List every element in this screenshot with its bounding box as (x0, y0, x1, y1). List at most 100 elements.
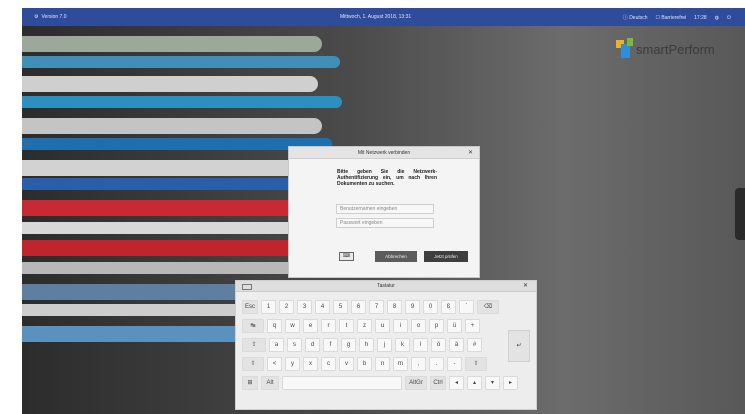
side-panel-handle[interactable] (735, 188, 745, 240)
key-row2-3[interactable]: e (303, 319, 318, 333)
key-row2-12[interactable]: + (465, 319, 480, 333)
key-row2-0[interactable]: ↹ (242, 319, 264, 333)
key-row4-1[interactable]: < (267, 357, 282, 371)
key-row5-4[interactable]: Ctrl (430, 376, 446, 390)
accessibility-button[interactable]: ☐ Barrierefrei (656, 15, 687, 21)
space-key[interactable] (282, 376, 402, 390)
key-row3-9[interactable]: l (413, 338, 428, 352)
key-row2-6[interactable]: z (357, 319, 372, 333)
key-row3-0[interactable]: ⇪ (242, 338, 266, 352)
key-row1-5[interactable]: 5 (333, 300, 348, 314)
key-row4-8[interactable]: m (393, 357, 408, 371)
key-row5-8[interactable]: ▸ (503, 376, 518, 390)
key-row4-0[interactable]: ⇧ (242, 357, 264, 371)
top-bar: ⚙ Version 7.0 Mittwoch, 1. August 2018, … (22, 8, 745, 26)
book-spine (22, 138, 332, 150)
key-row1-1[interactable]: 1 (261, 300, 276, 314)
keyboard-toggle-button[interactable]: ⌨ (339, 252, 354, 261)
key-row1-12[interactable]: ´ (459, 300, 474, 314)
book-spine (22, 36, 322, 52)
key-row3-6[interactable]: h (359, 338, 374, 352)
cancel-button[interactable]: Abbrechen (375, 251, 417, 262)
logo-mark-icon (616, 38, 634, 60)
key-row4-2[interactable]: y (285, 357, 300, 371)
dialog-title-bar: Mit Netzwerk verbinden ✕ (289, 147, 479, 159)
key-row1-9[interactable]: 9 (405, 300, 420, 314)
book-spine (22, 200, 322, 216)
screen: ⚙ Version 7.0 Mittwoch, 1. August 2018, … (22, 8, 745, 414)
book-spine (22, 118, 322, 134)
key-row2-8[interactable]: i (393, 319, 408, 333)
key-row2-11[interactable]: ü (447, 319, 462, 333)
book-spine (22, 56, 340, 68)
keyboard-row-2: ↹ q w e r t z u i o p ü + (242, 319, 480, 333)
keyboard-title-bar: Tastatur ✕ (236, 281, 536, 292)
network-login-dialog: Mit Netzwerk verbinden ✕ Bitte geben Sie… (288, 146, 480, 278)
key-row3-7[interactable]: j (377, 338, 392, 352)
key-row2-9[interactable]: o (411, 319, 426, 333)
key-row3-12[interactable]: # (467, 338, 482, 352)
key-row5-3[interactable]: AltGr (405, 376, 427, 390)
on-screen-keyboard: Tastatur ✕ Esc 1 2 3 4 5 6 7 8 9 0 ß ´ ⌫ ↹ q w e r t z u i o p ü… (235, 280, 537, 410)
username-field[interactable]: Benutzernamen eingeben (336, 204, 434, 214)
power-icon[interactable]: ⏻ (727, 15, 731, 21)
key-row2-5[interactable]: t (339, 319, 354, 333)
keyboard-close-icon[interactable]: ✕ (523, 281, 528, 292)
key-row2-7[interactable]: u (375, 319, 390, 333)
key-row4-11[interactable]: - (447, 357, 462, 371)
version-label: Version 7.0 (41, 14, 67, 20)
confirm-button[interactable]: Jetzt prüfen (424, 251, 468, 262)
key-row2-4[interactable]: r (321, 319, 336, 333)
book-spine (22, 222, 318, 234)
key-row3-10[interactable]: ö (431, 338, 446, 352)
keyboard-row-3: ⇪ a s d f g h j k l ö ä # (242, 338, 482, 352)
network-icon[interactable]: ◍ (715, 15, 719, 21)
key-row3-5[interactable]: g (341, 338, 356, 352)
key-row2-10[interactable]: p (429, 319, 444, 333)
key-row1-7[interactable]: 7 (369, 300, 384, 314)
book-spine (22, 262, 322, 274)
key-row4-4[interactable]: c (321, 357, 336, 371)
key-row1-13[interactable]: ⌫ (477, 300, 499, 314)
key-row3-2[interactable]: s (287, 338, 302, 352)
key-row5-7[interactable]: ▾ (485, 376, 500, 390)
key-row1-4[interactable]: 4 (315, 300, 330, 314)
dialog-title: Mit Netzwerk verbinden (357, 150, 411, 156)
dialog-close-icon[interactable]: ✕ (468, 147, 473, 159)
key-row1-3[interactable]: 3 (297, 300, 312, 314)
key-row2-2[interactable]: w (285, 319, 300, 333)
key-row3-8[interactable]: k (395, 338, 410, 352)
enter-key[interactable]: ↵ (508, 330, 530, 362)
key-row5-0[interactable]: ⊞ (242, 376, 258, 390)
key-row4-5[interactable]: v (339, 357, 354, 371)
key-row4-10[interactable]: . (429, 357, 444, 371)
key-row1-8[interactable]: 8 (387, 300, 402, 314)
key-row1-0[interactable]: Esc (242, 300, 258, 314)
key-row2-1[interactable]: q (267, 319, 282, 333)
key-row3-4[interactable]: f (323, 338, 338, 352)
password-field[interactable]: Passwort eingeben (336, 218, 434, 228)
key-row4-7[interactable]: n (375, 357, 390, 371)
key-row3-3[interactable]: d (305, 338, 320, 352)
key-row3-1[interactable]: a (269, 338, 284, 352)
version-area[interactable]: ⚙ Version 7.0 (34, 14, 67, 20)
smartperform-logo: smartPerform (616, 38, 715, 60)
key-row1-6[interactable]: 6 (351, 300, 366, 314)
key-row1-10[interactable]: 0 (423, 300, 438, 314)
key-row1-2[interactable]: 2 (279, 300, 294, 314)
key-row5-6[interactable]: ▴ (467, 376, 482, 390)
dialog-message: Bitte geben Sie die Netzwerk-Authentifiz… (337, 169, 437, 187)
key-row4-12[interactable]: ⇧ (465, 357, 487, 371)
key-row5-5[interactable]: ◂ (449, 376, 464, 390)
datetime-label: Mittwoch, 1. August 2018, 13:31 (340, 14, 412, 20)
keyboard-title: Tastatur (377, 283, 395, 289)
key-row1-11[interactable]: ß (441, 300, 456, 314)
clock-label: 17:28 (694, 14, 707, 21)
key-row5-1[interactable]: Alt (261, 376, 279, 390)
keyboard-row-5: ⊞ Alt AltGr Ctrl ◂ ▴ ▾ ▸ (242, 376, 518, 390)
key-row3-11[interactable]: ä (449, 338, 464, 352)
language-button[interactable]: ⓘ Deutsch (623, 14, 648, 21)
key-row4-6[interactable]: b (357, 357, 372, 371)
key-row4-3[interactable]: x (303, 357, 318, 371)
key-row4-9[interactable]: , (411, 357, 426, 371)
